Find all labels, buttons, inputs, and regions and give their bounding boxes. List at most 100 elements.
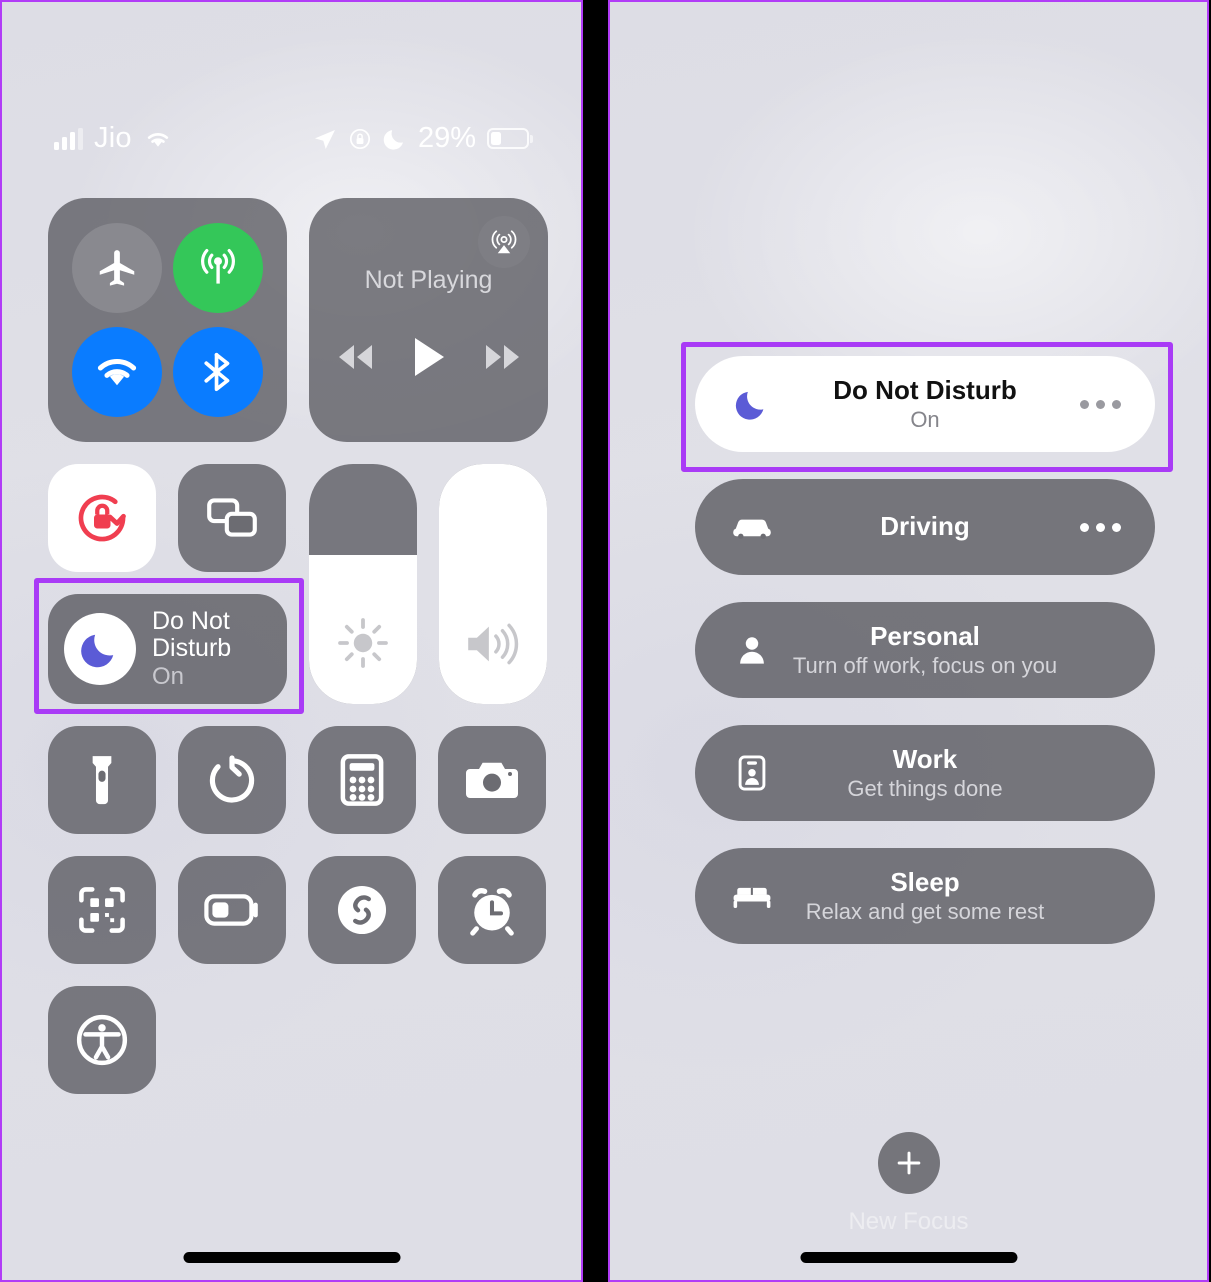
cellular-antenna-icon <box>201 249 236 284</box>
bluetooth-toggle[interactable] <box>173 327 264 417</box>
airplay-audio-icon <box>491 230 517 254</box>
focus-mode-subtitle: Relax and get some rest <box>805 898 1045 924</box>
home-indicator <box>800 1252 1017 1263</box>
control-center-row-middle: Do Not Disturb On <box>48 464 548 704</box>
focus-mode-subtitle: Get things done <box>847 775 1003 801</box>
focus-mode-do-not-disturb[interactable]: Do Not Disturb On <box>695 356 1155 452</box>
focus-mode-text: Sleep Relax and get some rest <box>775 868 1075 924</box>
rewind-icon[interactable] <box>334 341 378 373</box>
calculator-icon <box>340 754 384 806</box>
alarm-clock-icon <box>470 888 514 936</box>
rotation-lock-icon <box>78 494 126 542</box>
home-indicator <box>183 1252 400 1263</box>
panel-divider <box>583 0 608 1282</box>
now-playing-title: Not Playing <box>364 265 493 294</box>
wifi-toggle[interactable] <box>71 327 162 417</box>
airplane-mode-toggle[interactable] <box>71 223 162 313</box>
now-playing-module[interactable]: Not Playing <box>309 198 548 442</box>
focus-tile-title-line2: Disturb <box>152 634 232 663</box>
location-arrow-icon <box>314 129 335 149</box>
focus-mode-text: Driving <box>775 512 1075 542</box>
screen-mirroring-toggle[interactable] <box>178 464 286 572</box>
fast-forward-icon[interactable] <box>480 341 524 373</box>
battery-icon <box>487 128 529 149</box>
shazam-button[interactable] <box>308 856 416 964</box>
bed-icon <box>729 881 775 911</box>
focus-mode-text: Do Not Disturb On <box>775 376 1075 432</box>
camera-button[interactable] <box>438 726 546 834</box>
rotation-lock-icon <box>349 128 371 149</box>
timer-icon <box>209 755 255 803</box>
cellular-data-toggle[interactable] <box>173 223 264 313</box>
status-bar: Jio 29% <box>2 122 581 155</box>
focus-mode-title: Sleep <box>890 867 960 898</box>
rotation-lock-toggle[interactable] <box>48 464 156 572</box>
volume-slider[interactable] <box>439 464 547 704</box>
focus-mode-work[interactable]: Work Get things done <box>695 725 1155 821</box>
car-icon <box>729 513 775 541</box>
plus-icon <box>897 1151 920 1175</box>
focus-mode-title: Work <box>892 744 958 775</box>
focus-mode-subtitle: On <box>910 406 940 432</box>
wifi-icon <box>147 132 168 147</box>
timer-button[interactable] <box>178 726 286 834</box>
focus-mode-title: Do Not Disturb <box>833 375 1017 406</box>
camera-icon <box>466 762 518 798</box>
focus-tile-state: On <box>152 663 185 691</box>
new-focus-button[interactable] <box>877 1132 940 1194</box>
media-controls <box>334 335 524 379</box>
carrier-label: Jio <box>94 122 132 154</box>
airplane-icon <box>99 250 134 286</box>
bluetooth-icon <box>204 352 230 392</box>
wifi-icon <box>97 359 136 386</box>
code-scanner-button[interactable] <box>48 856 156 964</box>
connectivity-module <box>48 198 287 442</box>
low-power-mode-button[interactable] <box>178 856 286 964</box>
focus-tile-text: Do Not Disturb On <box>152 608 231 690</box>
flashlight-icon <box>92 756 112 805</box>
airplay-button[interactable] <box>478 216 530 268</box>
focus-control-tile[interactable]: Do Not Disturb On <box>48 594 287 704</box>
qr-scanner-icon <box>79 887 125 933</box>
alarm-button[interactable] <box>438 856 546 964</box>
focus-tile-title-line1: Do Not <box>152 607 230 636</box>
focus-mode-text: Work Get things done <box>775 745 1075 801</box>
focus-mode-personal[interactable]: Personal Turn off work, focus on you <box>695 602 1155 698</box>
control-center-modules: Not Playing Do Not Disturb On <box>48 198 548 1094</box>
moon-icon <box>729 386 775 422</box>
focus-mode-driving[interactable]: Driving <box>695 479 1155 575</box>
moon-icon <box>64 613 136 685</box>
new-focus-section: New Focus <box>610 1132 1207 1236</box>
control-center-screen: Jio 29% Not Playing Do Not Disturb On <box>0 0 583 1282</box>
focus-mode-options-button[interactable] <box>1075 399 1121 409</box>
moon-icon <box>383 129 403 150</box>
focus-mode-text: Personal Turn off work, focus on you <box>775 622 1075 678</box>
screen-mirroring-icon <box>207 498 257 537</box>
flashlight-button[interactable] <box>48 726 156 834</box>
shortcuts-grid <box>48 726 548 1094</box>
focus-mode-title: Driving <box>880 511 970 542</box>
toggles-and-focus-column: Do Not Disturb On <box>48 464 287 704</box>
battery-percent-label: 29% <box>417 122 476 154</box>
focus-modes-screen: Do Not Disturb On Driving Personal Turn … <box>608 0 1209 1282</box>
focus-mode-title: Personal <box>870 621 980 652</box>
shazam-icon <box>337 885 387 935</box>
focus-mode-options-button[interactable] <box>1075 522 1121 532</box>
status-bar-left: Jio <box>54 122 173 155</box>
status-bar-right: 29% <box>313 122 529 155</box>
focus-mode-sleep[interactable]: Sleep Relax and get some rest <box>695 848 1155 944</box>
play-icon[interactable] <box>410 335 448 379</box>
calculator-button[interactable] <box>308 726 416 834</box>
focus-mode-subtitle: Turn off work, focus on you <box>792 652 1058 678</box>
brightness-sun-icon <box>338 618 388 668</box>
low-power-battery-icon <box>204 894 258 926</box>
brightness-slider[interactable] <box>309 464 417 704</box>
accessibility-button[interactable] <box>48 986 156 1094</box>
cellular-signal-icon <box>54 127 83 150</box>
control-center-row-top: Not Playing <box>48 198 548 442</box>
comparison-screenshot: Jio 29% Not Playing Do Not Disturb On Do… <box>0 0 1211 1282</box>
focus-mode-list: Do Not Disturb On Driving Personal Turn … <box>695 356 1155 944</box>
id-badge-icon <box>729 755 775 791</box>
new-focus-label: New Focus <box>848 1208 969 1235</box>
toggles-row <box>48 464 287 572</box>
